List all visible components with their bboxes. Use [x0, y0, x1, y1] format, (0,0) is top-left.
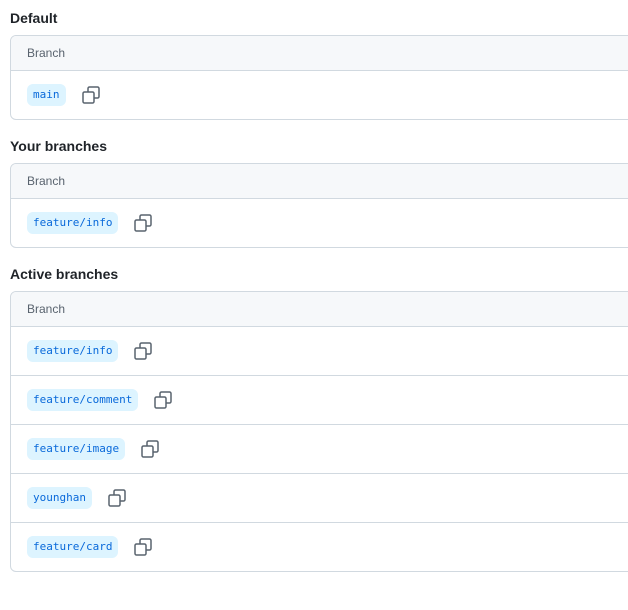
branch-table-your-branches: Branch feature/info: [10, 163, 628, 248]
copy-branch-button[interactable]: [140, 439, 160, 459]
branches-page: Default Branch main Your branches Branch…: [0, 0, 628, 610]
copy-branch-button[interactable]: [153, 390, 173, 410]
branch-row: feature/info: [11, 199, 628, 247]
branch-row: feature/card: [11, 522, 628, 571]
branch-row: feature/image: [11, 424, 628, 473]
copy-icon: [154, 391, 173, 409]
branch-table-default: Branch main: [10, 35, 628, 120]
copy-icon: [141, 440, 159, 458]
branch-name-link[interactable]: feature/comment: [27, 389, 139, 411]
copy-branch-button[interactable]: [133, 341, 153, 361]
branch-row: main: [11, 71, 628, 119]
section-title-active-branches: Active branches: [10, 266, 119, 282]
copy-icon: [81, 86, 100, 104]
column-header-branch: Branch: [11, 292, 628, 327]
branch-row: younghan: [11, 473, 628, 522]
copy-branch-button[interactable]: [107, 488, 127, 508]
branch-row: feature/comment: [11, 375, 628, 424]
column-header-branch: Branch: [11, 36, 628, 71]
branch-name-link[interactable]: feature/info: [27, 340, 119, 362]
branch-name-link[interactable]: main: [27, 84, 66, 106]
branch-name-link[interactable]: feature/info: [27, 212, 119, 234]
copy-branch-button[interactable]: [81, 85, 101, 105]
copy-icon: [134, 538, 153, 556]
copy-icon: [108, 489, 126, 507]
branch-row: feature/info: [11, 327, 628, 375]
branch-name-link[interactable]: feature/image: [27, 438, 126, 460]
copy-icon: [134, 214, 153, 232]
section-title-your-branches: Your branches: [10, 138, 107, 154]
branch-name-link[interactable]: younghan: [27, 487, 92, 509]
copy-branch-button[interactable]: [133, 213, 153, 233]
column-header-branch: Branch: [11, 164, 628, 199]
copy-icon: [134, 342, 153, 360]
section-title-default: Default: [10, 10, 58, 26]
branch-name-link[interactable]: feature/card: [27, 536, 119, 558]
copy-branch-button[interactable]: [133, 537, 153, 557]
branch-table-active-branches: Branch feature/info feature/comment feat…: [10, 291, 628, 572]
